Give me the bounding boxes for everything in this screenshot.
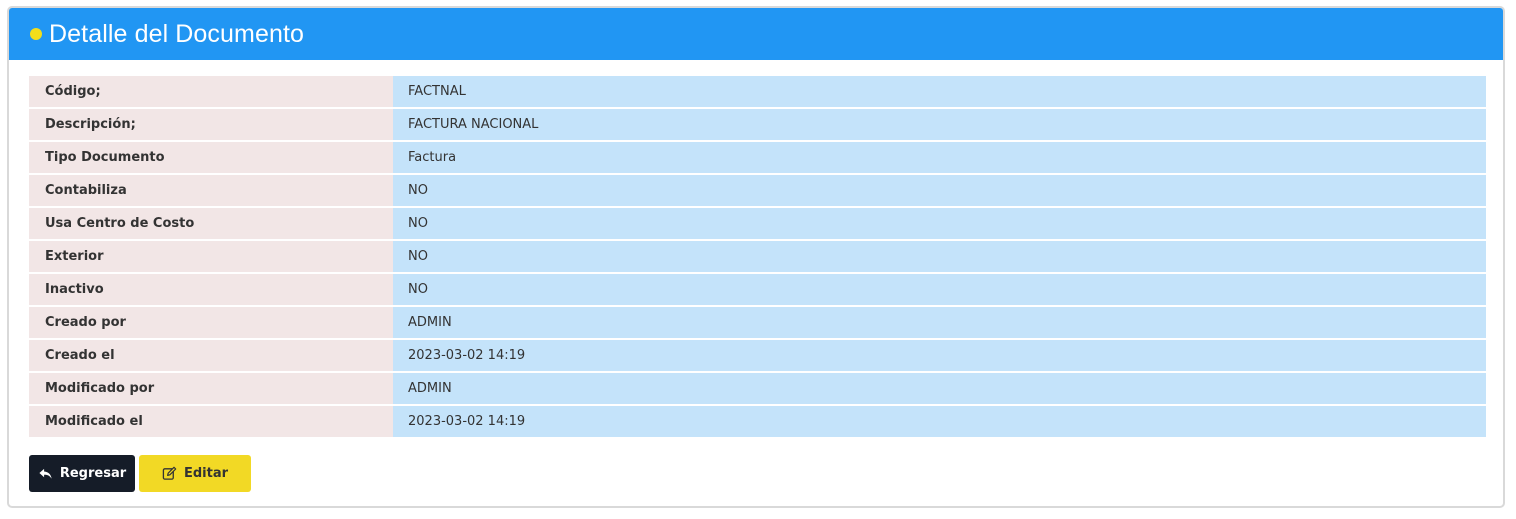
detail-value: 2023-03-02 14:19 [393,406,1486,437]
detail-label: Modificado por [29,373,393,404]
document-detail-card: Detalle del Documento Código; FACTNAL De… [7,6,1505,508]
detail-label: Modificado el [29,406,393,437]
detail-label: Contabiliza [29,175,393,206]
detail-value: ADMIN [393,307,1486,338]
detail-label: Usa Centro de Costo [29,208,393,239]
detail-label: Tipo Documento [29,142,393,173]
action-bar: Regresar Editar [29,455,251,492]
edit-icon [162,466,177,481]
detail-row-creado-por: Creado por ADMIN [29,307,1486,338]
detail-row-modificado-el: Modificado el 2023-03-02 14:19 [29,406,1486,437]
detail-label: Código; [29,76,393,107]
detail-row-usa-centro-costo: Usa Centro de Costo NO [29,208,1486,239]
detail-value: NO [393,274,1486,305]
detail-row-descripcion: Descripción; FACTURA NACIONAL [29,109,1486,140]
detail-row-contabiliza: Contabiliza NO [29,175,1486,206]
detail-row-codigo: Código; FACTNAL [29,76,1486,107]
detail-label: Creado por [29,307,393,338]
card-header: Detalle del Documento [9,8,1503,60]
detail-value: ADMIN [393,373,1486,404]
back-button[interactable]: Regresar [29,455,135,492]
back-button-label: Regresar [59,466,127,481]
detail-row-creado-el: Creado el 2023-03-02 14:19 [29,340,1486,371]
detail-table: Código; FACTNAL Descripción; FACTURA NAC… [29,76,1486,439]
detail-label: Exterior [29,241,393,272]
detail-value: 2023-03-02 14:19 [393,340,1486,371]
detail-row-inactivo: Inactivo NO [29,274,1486,305]
detail-row-modificado-por: Modificado por ADMIN [29,373,1486,404]
detail-label: Creado el [29,340,393,371]
detail-label: Inactivo [29,274,393,305]
detail-value: Factura [393,142,1486,173]
status-dot-icon [30,28,42,40]
edit-button[interactable]: Editar [139,455,251,492]
detail-value: NO [393,175,1486,206]
page-title: Detalle del Documento [49,19,305,48]
detail-value: NO [393,208,1486,239]
detail-row-tipo-documento: Tipo Documento Factura [29,142,1486,173]
detail-value: FACTNAL [393,76,1486,107]
detail-row-exterior: Exterior NO [29,241,1486,272]
reply-arrow-icon [38,466,53,481]
detail-value: FACTURA NACIONAL [393,109,1486,140]
detail-value: NO [393,241,1486,272]
edit-button-label: Editar [183,466,229,481]
detail-label: Descripción; [29,109,393,140]
